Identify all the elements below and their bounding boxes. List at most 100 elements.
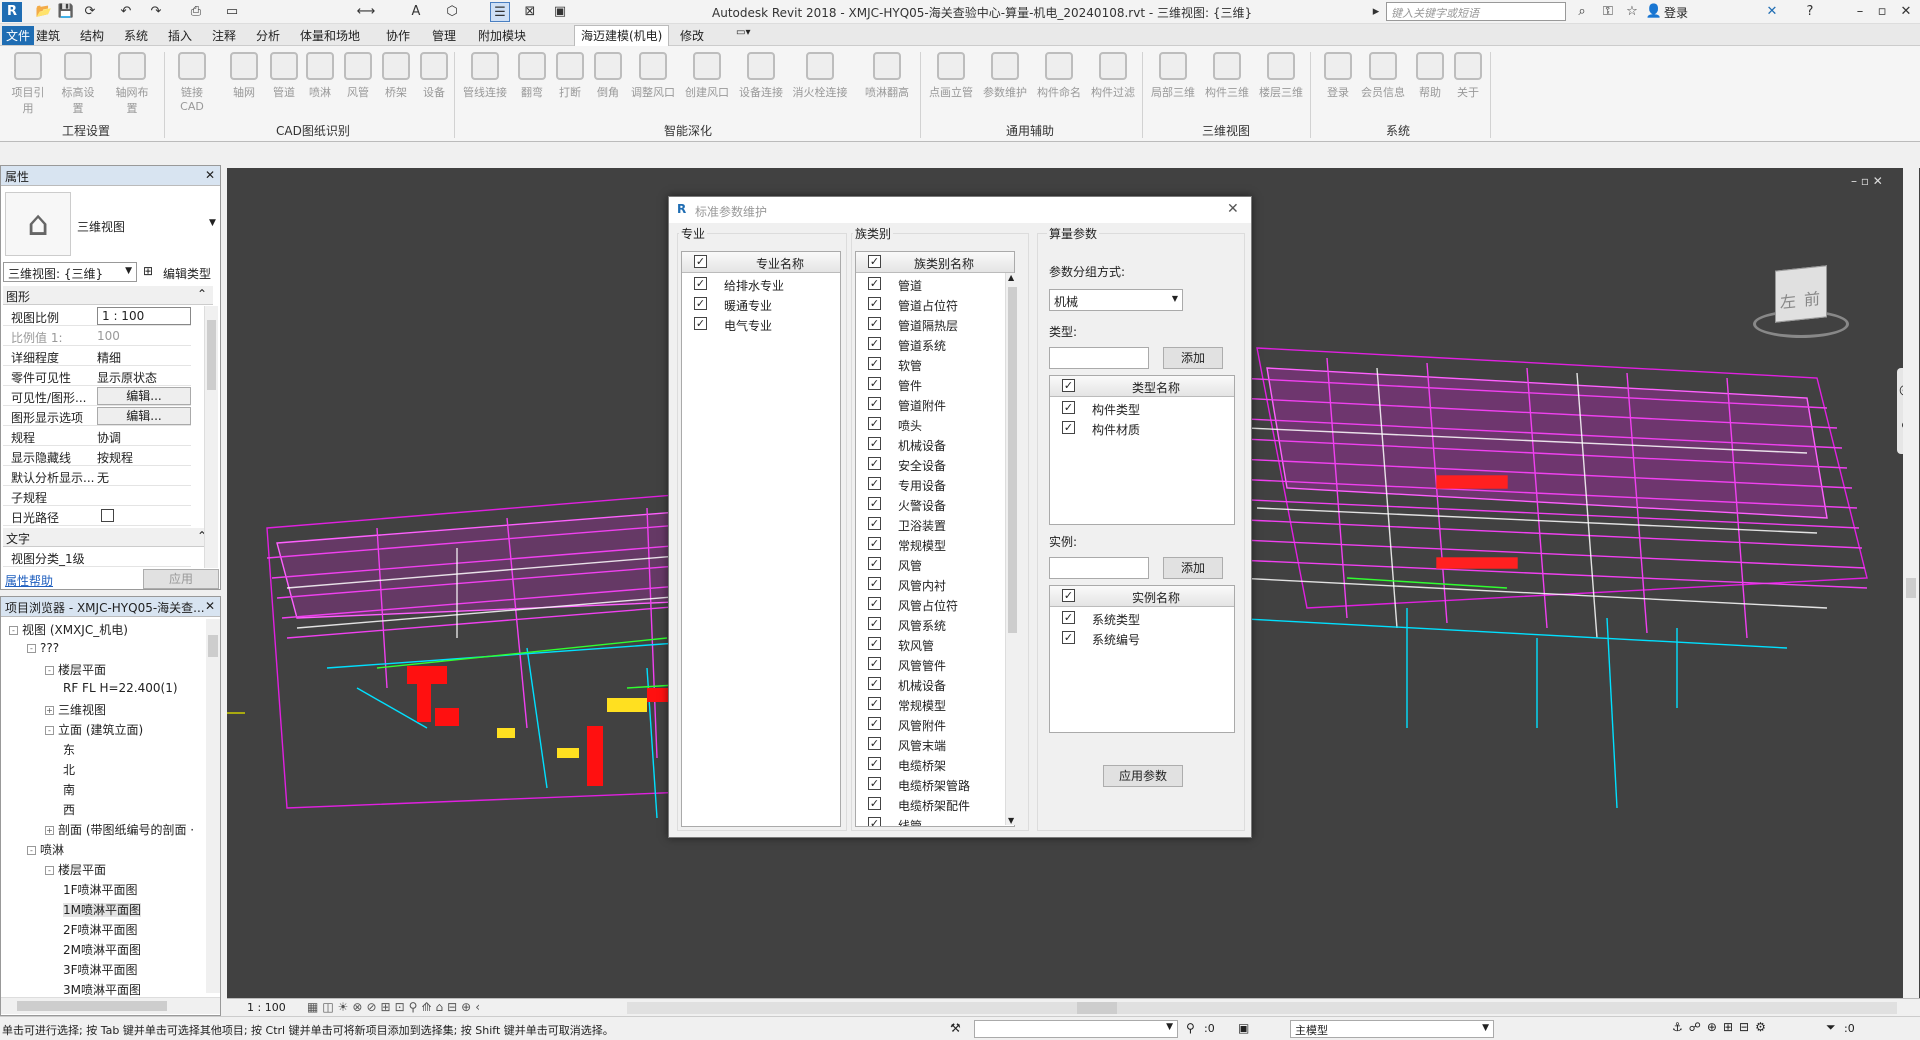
tree-item[interactable]: 西 — [63, 801, 75, 818]
list-item[interactable]: ✓ 系统类型 — [1050, 608, 1234, 628]
btn-duct[interactable]: 风管 — [338, 52, 378, 100]
item-checkbox[interactable]: ✓ — [868, 577, 881, 590]
help-icon[interactable]: ? — [1800, 2, 1820, 22]
item-checkbox[interactable]: ✓ — [694, 277, 707, 290]
tree-item[interactable]: 2F喷淋平面图 — [63, 921, 138, 938]
menu-haimai-mep[interactable]: 海迈建模(机电) — [574, 25, 670, 46]
btn-break[interactable]: 打断 — [550, 52, 590, 100]
item-checkbox[interactable]: ✓ — [868, 497, 881, 510]
search-arrow-icon[interactable]: ▸ — [1366, 2, 1386, 22]
btn-login[interactable]: 登录 — [1318, 52, 1358, 100]
print-icon[interactable]: ⎙ — [186, 2, 206, 22]
btn-adjust-vent[interactable]: 调整风口 — [628, 52, 678, 100]
item-checkbox[interactable]: ✓ — [868, 817, 881, 826]
open-icon[interactable]: 📂 — [34, 2, 54, 22]
menu-annotate[interactable]: 注释 — [212, 27, 236, 44]
btn-component-filter[interactable]: 构件过滤 — [1088, 52, 1138, 100]
edit-type-icon[interactable]: ⊞ — [143, 264, 153, 278]
btn-local-3d[interactable]: 局部三维 — [1148, 52, 1198, 100]
btn-bend[interactable]: 翻弯 — [512, 52, 552, 100]
item-checkbox[interactable]: ✓ — [868, 477, 881, 490]
item-checkbox[interactable]: ✓ — [868, 557, 881, 570]
browser-scrollbar[interactable] — [206, 619, 220, 993]
tree-item[interactable]: 3M喷淋平面图 — [63, 981, 141, 998]
save-icon[interactable]: 💾 — [56, 2, 76, 22]
btn-member-info[interactable]: 会员信息 — [1358, 52, 1408, 100]
item-checkbox[interactable]: ✓ — [868, 597, 881, 610]
star-icon[interactable]: ☆ — [1622, 2, 1642, 22]
menu-structure[interactable]: 结构 — [80, 27, 104, 44]
item-checkbox[interactable]: ✓ — [868, 757, 881, 770]
family-list[interactable]: ✓ 族类别名称 ✓ 管道 ✓ 管道占位符 ✓ 管道隔热层 ✓ 管道系统 ✓ 软管 ✓ 管件 ✓ 管道附件 ✓ 喷… — [855, 251, 1015, 827]
prop-row[interactable]: 零件可见性 显示原状态 — [3, 366, 191, 386]
list-item[interactable]: ✓ 风管管件 — [856, 654, 1004, 674]
expand-icon[interactable]: + — [45, 826, 54, 835]
viewport-hscrollbar[interactable] — [627, 1002, 1897, 1014]
ribbon-toggle-icon[interactable]: ▭▾ — [736, 27, 750, 38]
tree-item[interactable]: 1M喷淋平面图 — [63, 901, 141, 918]
family-header[interactable]: ✓ 族类别名称 — [856, 252, 1014, 273]
sync-icon[interactable]: ⟳ — [80, 2, 100, 22]
tree-item[interactable]: -??? — [27, 641, 59, 655]
btn-equipment-connect[interactable]: 设备连接 — [736, 52, 786, 100]
revit-logo-icon[interactable]: R — [2, 2, 22, 22]
switch-windows-icon[interactable]: ▣ — [550, 2, 570, 22]
item-checkbox[interactable]: ✓ — [868, 357, 881, 370]
menu-addins[interactable]: 附加模块 — [478, 27, 526, 44]
properties-scrollbar[interactable] — [204, 306, 218, 568]
filter-funnel-icon[interactable]: ⏷ — [1826, 1020, 1836, 1035]
add-type-button[interactable]: 添加 — [1163, 347, 1223, 369]
select-all-checkbox[interactable]: ✓ — [1062, 589, 1075, 602]
btn-sprinkler[interactable]: 喷淋 — [300, 52, 340, 100]
family-scrollbar[interactable]: ▲ ▼ — [1005, 273, 1019, 825]
collapse-icon[interactable]: - — [45, 726, 54, 735]
tree-item[interactable]: - 喷淋 — [27, 841, 64, 858]
list-item[interactable]: ✓ 软风管 — [856, 634, 1004, 654]
workset-dropdown[interactable]: ▼ — [974, 1020, 1178, 1038]
dimension-icon[interactable]: ⟷ — [356, 2, 376, 22]
tree-item[interactable]: - 楼层平面 — [45, 661, 106, 678]
item-checkbox[interactable]: ✓ — [868, 297, 881, 310]
tree-item[interactable]: 1F喷淋平面图 — [63, 881, 138, 898]
item-checkbox[interactable]: ✓ — [694, 317, 707, 330]
workset-icon[interactable]: ⚒ — [950, 1021, 961, 1035]
thin-lines-icon[interactable]: ☰ — [490, 2, 510, 22]
item-checkbox[interactable]: ✓ — [868, 737, 881, 750]
selection-option-icons[interactable]: ⚓☍⊕⊞⊟⚙ — [1672, 1020, 1772, 1034]
list-item[interactable]: ✓ 管道附件 — [856, 394, 1004, 414]
list-item[interactable]: ✓ 安全设备 — [856, 454, 1004, 474]
view-scale-input[interactable]: 1 : 100 — [97, 307, 191, 325]
btn-project-ref[interactable]: 项目引用 — [8, 52, 48, 116]
item-checkbox[interactable]: ✓ — [868, 437, 881, 450]
redo-icon[interactable]: ↷ — [146, 2, 166, 22]
item-checkbox[interactable]: ✓ — [694, 297, 707, 310]
collapse-icon[interactable]: - — [27, 644, 36, 653]
list-item[interactable]: ✓ 电缆桥架配件 — [856, 794, 1004, 814]
section-text[interactable]: 文字 ⌃ — [3, 528, 213, 547]
list-item[interactable]: ✓ 电缆桥架管路 — [856, 774, 1004, 794]
edit-type-button[interactable]: 编辑类型 — [163, 265, 211, 282]
btn-level-setting[interactable]: 标高设置 — [58, 52, 98, 116]
item-checkbox[interactable]: ✓ — [868, 377, 881, 390]
item-checkbox[interactable]: ✓ — [1062, 401, 1075, 414]
prop-row[interactable]: 详细程度 精细 — [3, 346, 191, 366]
prop-row[interactable]: 显示隐藏线 按规程 — [3, 446, 191, 466]
btn-pipe[interactable]: 管道 — [264, 52, 304, 100]
discipline-header[interactable]: ✓ 专业名称 — [682, 252, 840, 273]
tree-item[interactable]: 东 — [63, 741, 75, 758]
edit-display-button[interactable]: 编辑... — [97, 407, 191, 425]
minimize-icon[interactable]: – — [1850, 2, 1870, 22]
close-icon[interactable]: ✕ — [205, 599, 215, 613]
list-item[interactable]: ✓ 风管附件 — [856, 714, 1004, 734]
binoculars-icon[interactable]: ⌕ — [1572, 2, 1592, 22]
btn-pipe-connect[interactable]: 管线连接 — [460, 52, 510, 100]
instance-input[interactable] — [1049, 557, 1149, 579]
view-window-controls[interactable]: – ▫ ✕ — [1851, 174, 1883, 188]
list-item[interactable]: ✓ 常规模型 — [856, 694, 1004, 714]
close-views-icon[interactable]: ⊠ — [520, 2, 540, 22]
add-instance-button[interactable]: 添加 — [1163, 557, 1223, 579]
list-item[interactable]: ✓ 机械设备 — [856, 674, 1004, 694]
type-header[interactable]: ✓ 类型名称 — [1050, 376, 1234, 397]
btn-axis[interactable]: 轴网 — [224, 52, 264, 100]
expand-icon[interactable]: + — [45, 706, 54, 715]
